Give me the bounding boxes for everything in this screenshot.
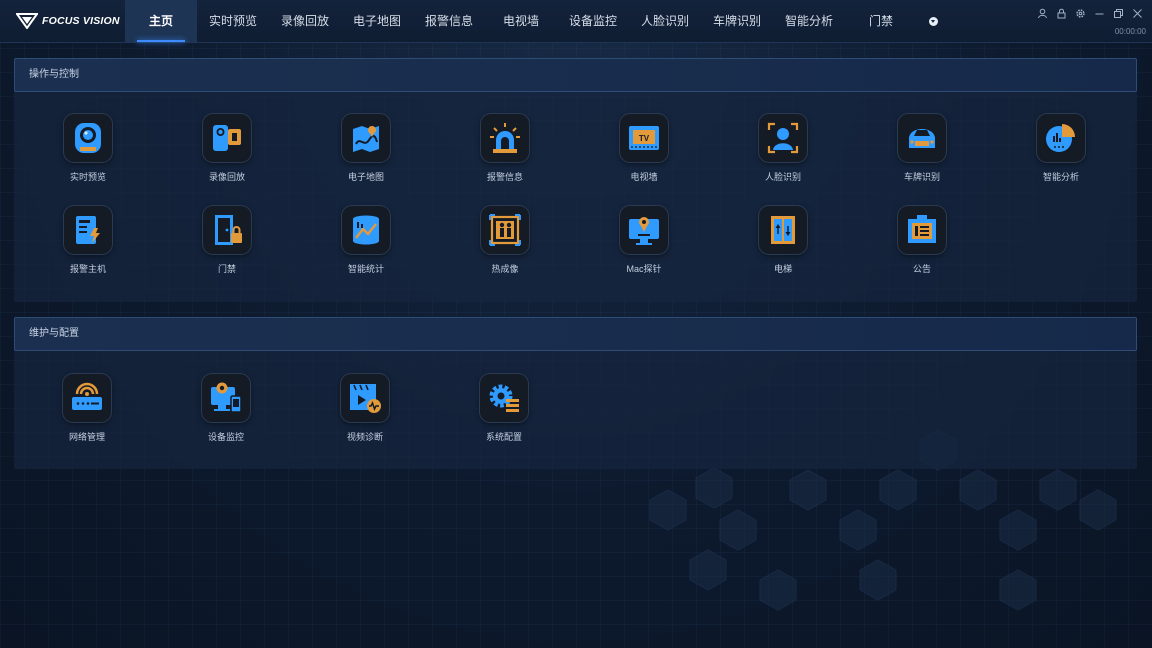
statistics-icon (342, 206, 390, 254)
section-operation-control: 操作与控制 实时预览 录像回放 电子地图 报警信息 TV 电视墙 人脸识别 车牌… (14, 58, 1137, 302)
system-config-icon (480, 374, 528, 422)
notice-board-icon (898, 206, 946, 254)
nav-more-dropdown-icon[interactable] (929, 17, 938, 26)
app-label: 公告 (912, 264, 931, 274)
app-device-monitor[interactable]: 设备监控 (181, 374, 271, 443)
mac-probe-icon (620, 206, 668, 254)
app-live-preview[interactable]: 实时预览 (43, 114, 133, 183)
app-tv-wall[interactable]: TV 电视墙 (599, 114, 689, 183)
clock-display: 00:00:00 (1114, 27, 1146, 36)
app-access-control[interactable]: 门禁 (182, 206, 272, 275)
nav-tab-smart-analysis[interactable]: 智能分析 (773, 0, 845, 42)
window-controls (1035, 6, 1144, 20)
app-label: 网络管理 (68, 432, 105, 442)
tv-wall-icon: TV (620, 114, 668, 162)
app-alarm-host[interactable]: 报警主机 (43, 206, 133, 275)
pie-chart-icon (1037, 114, 1085, 162)
user-icon[interactable] (1035, 6, 1049, 20)
app-label: 实时预览 (69, 172, 106, 182)
app-label: 门禁 (217, 264, 236, 274)
section-maintenance-config: 维护与配置 网络管理 设备监控 视频诊断 系统配置 (14, 317, 1137, 469)
app-label: 视频诊断 (346, 432, 383, 442)
app-label: 报警信息 (486, 172, 523, 182)
app-label: 报警主机 (69, 264, 106, 274)
close-icon[interactable] (1130, 6, 1144, 20)
brand-logo: FOCUS VISION (16, 11, 120, 31)
alarm-host-icon (64, 206, 112, 254)
app-mac-probe[interactable]: Mac探针 (599, 206, 689, 275)
lock-icon[interactable] (1054, 6, 1068, 20)
app-thermal-imaging[interactable]: 热成像 (460, 206, 550, 275)
nav-tab-access-control[interactable]: 门禁 (845, 0, 917, 42)
nav-tab-home[interactable]: 主页 (125, 0, 197, 42)
app-alarm-info[interactable]: 报警信息 (460, 114, 550, 183)
app-label: 系统配置 (485, 432, 522, 442)
door-lock-icon (203, 206, 251, 254)
nav-tab-e-map[interactable]: 电子地图 (341, 0, 413, 42)
main-nav: 主页 实时预览 录像回放 电子地图 报警信息 电视墙 设备监控 人脸识别 车牌识… (125, 0, 917, 42)
app-label: 电子地图 (347, 172, 384, 182)
restore-icon[interactable] (1111, 6, 1125, 20)
app-playback[interactable]: 录像回放 (182, 114, 272, 183)
top-bar: FOCUS VISION 主页 实时预览 录像回放 电子地图 报警信息 电视墙 … (0, 0, 1152, 43)
app-label: 智能统计 (347, 264, 384, 274)
face-recognition-icon (759, 114, 807, 162)
app-video-diagnosis[interactable]: 视频诊断 (320, 374, 410, 443)
video-diagnosis-icon (341, 374, 389, 422)
app-label: 人脸识别 (764, 172, 801, 182)
nav-tab-plate-recognition[interactable]: 车牌识别 (701, 0, 773, 42)
alarm-light-icon (481, 114, 529, 162)
thermal-icon (481, 206, 529, 254)
nav-tab-playback[interactable]: 录像回放 (269, 0, 341, 42)
nav-tab-face-recognition[interactable]: 人脸识别 (629, 0, 701, 42)
app-system-config[interactable]: 系统配置 (459, 374, 549, 443)
device-monitor-icon (202, 374, 250, 422)
app-label: 智能分析 (1042, 172, 1079, 182)
app-label: 热成像 (491, 264, 519, 274)
nav-tab-device-monitor[interactable]: 设备监控 (557, 0, 629, 42)
settings-icon[interactable] (1073, 6, 1087, 20)
section-title: 操作与控制 (14, 58, 1137, 92)
car-plate-icon (898, 114, 946, 162)
app-label: 录像回放 (208, 172, 245, 182)
app-label: 车牌识别 (903, 172, 940, 182)
nav-tab-alarm-info[interactable]: 报警信息 (413, 0, 485, 42)
app-face-recognition[interactable]: 人脸识别 (738, 114, 828, 183)
app-smart-statistics[interactable]: 智能统计 (321, 206, 411, 275)
elevator-icon (759, 206, 807, 254)
app-plate-recognition[interactable]: 车牌识别 (877, 114, 967, 183)
app-elevator[interactable]: 电梯 (738, 206, 828, 275)
brand-name: FOCUS VISION (42, 15, 120, 27)
focus-vision-logo-icon (16, 13, 38, 29)
nav-tab-live-preview[interactable]: 实时预览 (197, 0, 269, 42)
network-icon (63, 374, 111, 422)
nav-tab-tv-wall[interactable]: 电视墙 (485, 0, 557, 42)
app-label: Mac探针 (626, 264, 662, 274)
app-e-map[interactable]: 电子地图 (321, 114, 411, 183)
map-icon (342, 114, 390, 162)
minimize-icon[interactable] (1092, 6, 1106, 20)
app-label: 电视墙 (630, 172, 658, 182)
video-camera-icon (203, 114, 251, 162)
app-smart-analysis[interactable]: 智能分析 (1016, 114, 1106, 183)
app-notice[interactable]: 公告 (877, 206, 967, 275)
app-label: 电梯 (773, 264, 792, 274)
camera-icon (64, 114, 112, 162)
app-label: 设备监控 (207, 432, 244, 442)
svg-text:TV: TV (639, 134, 650, 143)
app-network-management[interactable]: 网络管理 (42, 374, 132, 443)
section-title: 维护与配置 (14, 317, 1137, 351)
